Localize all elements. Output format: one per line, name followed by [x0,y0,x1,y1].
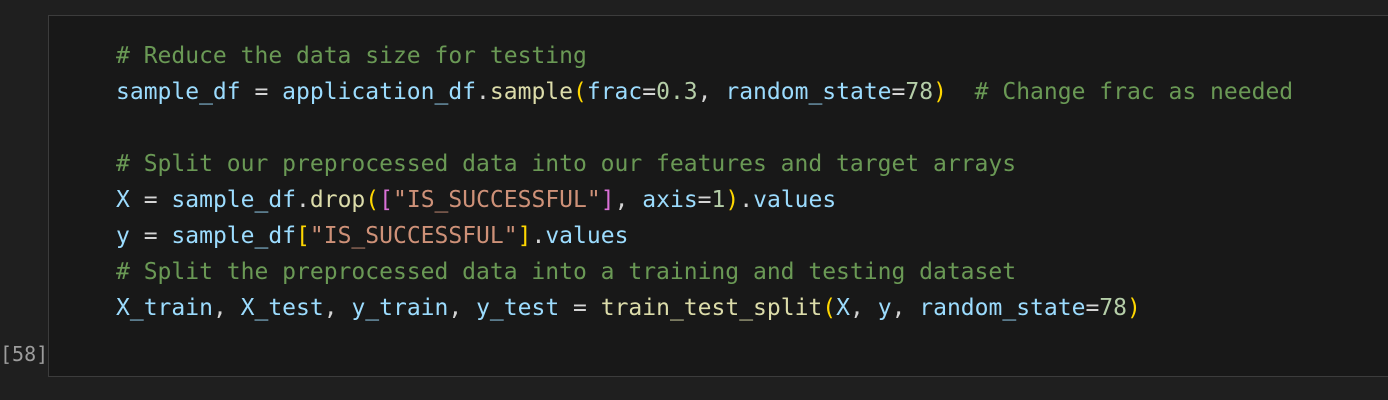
code-token: sample_df [171,223,297,249]
code-token: y_test [476,295,560,321]
code-token: # Split the preprocessed data into a tra… [116,259,1017,285]
code-token: X [836,295,850,321]
code-token: , [614,187,643,213]
code-token: values [545,223,629,249]
code-token: ( [822,295,837,321]
code-token: sample [489,79,573,105]
code-token: ] [517,223,532,249]
code-token: [ [379,187,393,213]
code-token: , [850,295,878,321]
code-token: # Change frac as needed [946,79,1294,105]
code-token: sample_df [116,79,241,105]
code-token: ) [933,79,947,105]
code-token: ( [573,79,587,105]
code-token: values [753,187,837,213]
code-token: sample_df [171,187,297,213]
code-editor[interactable]: # Reduce the data size for testing sample… [116,38,1293,326]
code-line: sample_df = application_df.sample(frac=0… [116,74,1293,110]
code-token: = [129,223,172,249]
code-token: . [476,79,490,105]
code-line: X_train, X_test, y_train, y_test = train… [116,290,1293,326]
code-token: 0.3 [656,79,698,105]
code-token: = [1085,295,1100,321]
code-token: 1 [711,187,726,213]
code-token: "IS_SUCCESSFUL" [309,223,518,249]
code-token: y [877,295,892,321]
code-token: . [739,187,754,213]
code-token: 78 [905,79,934,105]
code-token: "IS_SUCCESSFUL" [393,187,601,213]
code-token: = [642,79,657,105]
code-token: # Split our preprocessed data into our f… [116,151,1017,177]
code-token: ) [725,187,740,213]
code-line: # Split our preprocessed data into our f… [116,146,1293,182]
notebook-view: # Reduce the data size for testing sample… [0,0,1388,400]
code-token: X [116,187,130,213]
code-token: , [212,295,241,321]
code-token: , [697,79,726,105]
code-token: , [891,295,920,321]
code-token: y [116,223,130,249]
code-token: 78 [1099,295,1127,321]
code-token: random_state [919,295,1086,321]
code-line: # Reduce the data size for testing [116,38,1293,74]
code-token: = [129,187,172,213]
code-token: . [531,223,546,249]
code-token: ] [600,187,615,213]
code-token: = [891,79,906,105]
code-token: random_state [725,79,892,105]
code-token: = [559,295,601,321]
code-token: ) [1127,295,1141,321]
code-token: axis [642,187,698,213]
code-token: drop [309,187,366,213]
code-token: [ [296,223,310,249]
execution-count: [58] [0,342,49,366]
code-token: X_test [240,295,324,321]
code-token: . [296,187,310,213]
code-token: application_df [282,79,477,105]
code-token: , [448,295,477,321]
code-token: X_train [116,295,213,321]
code-token: frac [586,79,643,105]
code-token: , [323,295,352,321]
code-line: X = sample_df.drop(["IS_SUCCESSFUL"], ax… [116,182,1293,218]
code-line: y = sample_df["IS_SUCCESSFUL"].values [116,218,1293,254]
code-token: = [697,187,712,213]
code-token: train_test_split [600,295,823,321]
code-line: # Split the preprocessed data into a tra… [116,254,1293,290]
code-token: ( [365,187,380,213]
code-token: = [240,79,283,105]
code-token: # Reduce the data size for testing [116,43,587,69]
code-token: y_train [351,295,449,321]
